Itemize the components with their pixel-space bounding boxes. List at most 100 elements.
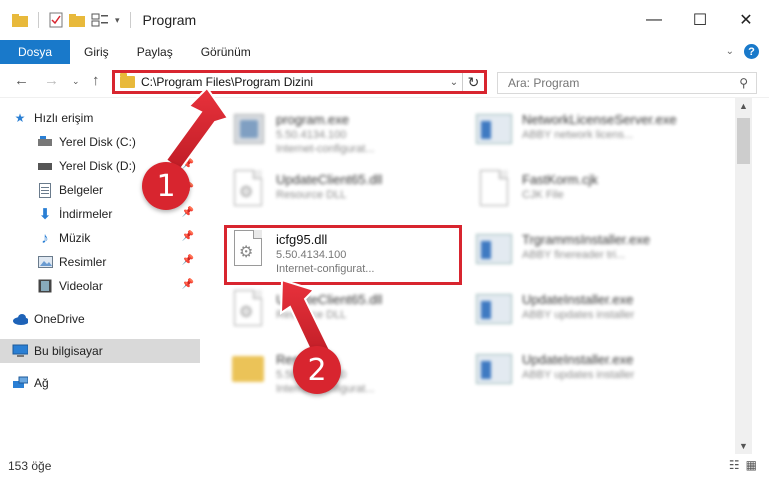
recent-locations-icon[interactable]: ⌄ [72,76,80,87]
file-description: ABBY network licens... [522,129,634,141]
sidebar-item-network[interactable]: Ağ [0,371,200,395]
pin-icon[interactable]: 📌 [182,231,194,242]
sidebar-item-label: İndirmeler [59,207,113,221]
quick-access-toolbar: ▾ [0,12,135,28]
file-item[interactable]: Resource5.50.4134.100Internet-configurat… [228,346,468,400]
vertical-scrollbar[interactable]: ▲ ▼ [735,98,752,454]
pin-icon[interactable]: 📌 [182,279,194,290]
file-item[interactable]: UpdateInstaller.exe ABBY updates installe… [474,286,714,340]
drive-icon [37,158,53,174]
properties-icon[interactable] [49,12,63,28]
address-bar[interactable]: C:\Program Files\Program Dizini ⌄ ↻ [112,70,487,94]
scroll-thumb[interactable] [737,118,750,164]
close-icon[interactable]: ✕ [723,0,769,40]
pin-icon[interactable]: 📌 [182,255,194,266]
file-item[interactable]: program.exe 5.50.4134.100 Internet-configu… [228,106,468,160]
network-icon [12,375,28,391]
sidebar-item-local-disk-c[interactable]: Yerel Disk (C:) 📌 [0,130,200,154]
back-arrow-icon[interactable]: ← [14,72,29,89]
file-item[interactable]: ⚙ UpdateClient65.dll Resource DLL [228,166,468,220]
details-view-icon[interactable]: ☷ [729,458,740,472]
item-count: 153 öğe [8,459,52,473]
file-description: ABBY updates installer [522,369,635,381]
drive-icon [37,134,53,150]
sidebar-item-pictures[interactable]: Resimler 📌 [0,250,200,274]
sidebar-item-this-pc[interactable]: Bu bilgisayar [0,339,200,363]
chevron-down-icon[interactable]: ⌄ [446,77,462,88]
forward-arrow-icon[interactable]: → [44,72,59,89]
sidebar-item-quick-access[interactable]: ★ Hızlı erişim [0,106,200,130]
file-description: Resource DLL [276,189,347,201]
window-controls: — ☐ ✕ [631,0,769,40]
file-item[interactable]: NetworkLicenseServer.exe ABBY network lic… [474,106,714,160]
expand-ribbon-icon[interactable]: ⌄ [726,46,734,57]
installer-icon [474,290,514,334]
tab-share[interactable]: Paylaş [123,40,187,64]
sidebar-item-label: Müzik [59,231,91,245]
maximize-icon[interactable]: ☐ [677,0,723,40]
document-icon [37,182,53,198]
large-icons-view-icon[interactable]: ▦ [746,458,757,472]
callout-badge-1: 1 [142,162,190,210]
tab-view[interactable]: Görünüm [187,40,265,64]
ribbon-tabs: Dosya Giriş Paylaş Görünüm ⌄ ? [0,40,769,64]
cloud-icon [12,311,28,327]
file-item[interactable]: UpdateInstaller.exe ABBY updates installe… [474,346,714,400]
tab-file[interactable]: Dosya [0,40,71,64]
sidebar-item-onedrive[interactable]: OneDrive [0,307,200,331]
status-bar: 153 öğe ☷ ▦ [0,454,769,478]
file-list: program.exe 5.50.4134.100 Internet-configu… [200,98,735,454]
up-arrow-icon[interactable]: ↑ [92,72,100,89]
scroll-down-icon[interactable]: ▼ [735,438,752,454]
search-input[interactable] [508,76,708,90]
dll-file-icon: ⚙ [228,170,268,214]
tab-home[interactable]: Giriş [70,40,123,64]
file-name: UpdateClient65.dll [276,172,383,187]
scroll-up-icon[interactable]: ▲ [735,98,752,114]
file-name: UpdateClient65.dll [276,292,383,307]
sidebar-item-music[interactable]: ♪ Müzik 📌 [0,226,200,250]
folder-icon [228,350,268,394]
address-path[interactable]: C:\Program Files\Program Dizini [141,75,446,89]
film-icon [37,278,53,294]
search-icon[interactable]: ⚲ [739,76,748,90]
file-name: program.exe [276,112,349,127]
sidebar-item-label: Videolar [59,279,103,293]
sidebar-item-label: Hızlı erişim [34,111,94,125]
ribbon-right: ⌄ ? [726,44,759,59]
file-name: NetworkLicenseServer.exe [522,112,677,127]
computer-icon [12,343,28,359]
view-options-icon[interactable] [91,13,109,27]
view-buttons: ☷ ▦ [729,458,757,472]
sidebar-item-label: Resimler [59,255,107,269]
chevron-down-icon[interactable]: ▾ [115,15,120,26]
file-name: FastKorm.cjk [522,172,598,187]
new-folder-icon[interactable] [69,13,85,27]
folder-icon [120,73,135,88]
pin-icon[interactable]: 📌 [182,207,194,218]
help-icon[interactable]: ? [744,44,759,59]
refresh-icon[interactable]: ↻ [462,73,484,91]
document-icon [474,170,514,214]
explorer-window: ▾ Program — ☐ ✕ Dosya Giriş Paylaş Görün… [0,0,769,492]
pin-icon[interactable]: 📌 [182,135,194,146]
sidebar-item-label: Belgeler [59,183,104,197]
installer-icon [474,110,514,154]
highlight-box [224,225,462,285]
file-item[interactable]: FastKorm.cjk CJK File [474,166,714,220]
callout-badge-2: 2 [293,346,341,394]
folder-icon [12,14,28,27]
minimize-icon[interactable]: — [631,0,677,40]
file-item[interactable]: TrgrammsInstaller.exe ABBY finereader tri… [474,226,714,280]
separator [38,12,39,28]
file-name: UpdateInstaller.exe [522,352,634,367]
file-description: CJK File [522,189,564,201]
file-description: ABBY finereader tri... [522,249,626,261]
sidebar-item-label: Ağ [34,376,49,390]
file-item[interactable]: ⚙ UpdateClient65.dll Resource DLL [228,286,468,340]
file-name: TrgrammsInstaller.exe [522,232,651,247]
pin-icon[interactable]: 📌 [182,159,194,170]
search-box[interactable]: ⚲ [497,72,757,94]
pictures-icon [37,254,53,270]
sidebar-item-videos[interactable]: Videolar 📌 [0,274,200,298]
